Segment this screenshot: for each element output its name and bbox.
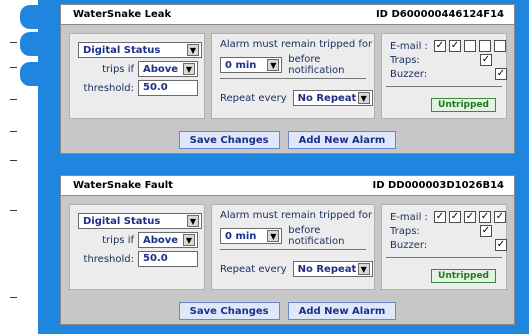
traps-checkbox[interactable]: ✓ bbox=[480, 54, 492, 66]
divider bbox=[386, 86, 502, 87]
add-new-alarm-button[interactable]: Add New Alarm bbox=[287, 302, 397, 320]
before-notification-label: before notification bbox=[288, 225, 345, 247]
email-checkbox[interactable]: ✓ bbox=[494, 211, 506, 223]
trips-if-select[interactable]: Above ▼ bbox=[138, 61, 198, 77]
repeat-select[interactable]: No Repeat ▼ bbox=[292, 261, 373, 277]
status-type-value: Digital Status bbox=[83, 215, 161, 227]
threshold-input[interactable]: 50.0 bbox=[138, 80, 198, 96]
panel-id: ID D600000446124F14 bbox=[375, 9, 504, 20]
traps-checkbox[interactable]: ✓ bbox=[480, 225, 492, 237]
status-type-select[interactable]: Digital Status ▼ bbox=[78, 213, 202, 229]
email-label: E-mail : bbox=[390, 211, 428, 223]
tab-bump[interactable] bbox=[20, 62, 42, 86]
repeat-label: Repeat every bbox=[220, 263, 287, 275]
status-badge: Untripped bbox=[431, 269, 496, 283]
repeat-select[interactable]: No Repeat ▼ bbox=[292, 90, 373, 106]
panel-title: WaterSnake Leak bbox=[73, 9, 172, 20]
edge-mark bbox=[10, 42, 17, 43]
alarm-panel-leak: WaterSnake Leak ID D600000446124F14 Digi… bbox=[60, 4, 515, 154]
email-checkbox[interactable]: ✓ bbox=[464, 211, 476, 223]
notify-methods-section: E-mail : ✓ ✓ Traps: ✓ Buzzer: ✓ Untrippe… bbox=[381, 33, 507, 119]
trips-if-label: trips if bbox=[102, 63, 134, 75]
notify-methods-section: E-mail : ✓ ✓ ✓ ✓ ✓ Traps: ✓ Buzzer: ✓ Un… bbox=[381, 204, 507, 290]
alarm-remain-label: Alarm must remain tripped for bbox=[220, 39, 373, 50]
alarm-remain-label: Alarm must remain tripped for bbox=[220, 210, 373, 221]
buzzer-checkbox[interactable]: ✓ bbox=[495, 68, 507, 80]
chevron-down-icon: ▼ bbox=[183, 63, 195, 75]
button-row: Save Changes Add New Alarm bbox=[61, 131, 514, 149]
panel-header: WaterSnake Leak ID D600000446124F14 bbox=[61, 5, 514, 25]
email-checkbox[interactable] bbox=[464, 40, 476, 52]
chevron-down-icon: ▼ bbox=[357, 263, 370, 275]
buzzer-label: Buzzer: bbox=[390, 68, 428, 80]
panel-title: WaterSnake Fault bbox=[73, 180, 173, 191]
divider bbox=[386, 257, 502, 258]
repeat-value: No Repeat bbox=[297, 263, 357, 275]
buzzer-label: Buzzer: bbox=[390, 239, 428, 251]
remain-time-value: 0 min bbox=[225, 59, 257, 71]
edge-mark bbox=[10, 160, 17, 161]
edge-mark bbox=[10, 99, 17, 100]
chevron-down-icon: ▼ bbox=[183, 234, 195, 246]
remain-time-select[interactable]: 0 min ▼ bbox=[220, 57, 283, 73]
trips-if-value: Above bbox=[143, 63, 179, 75]
email-checkbox[interactable]: ✓ bbox=[434, 211, 446, 223]
email-checkbox[interactable]: ✓ bbox=[449, 40, 461, 52]
status-badge: Untripped bbox=[431, 98, 496, 112]
edge-mark bbox=[10, 297, 17, 298]
trips-if-value: Above bbox=[143, 234, 179, 246]
notification-section: Alarm must remain tripped for 0 min ▼ be… bbox=[211, 204, 375, 290]
edge-mark bbox=[10, 67, 17, 68]
save-changes-button[interactable]: Save Changes bbox=[178, 131, 280, 149]
traps-label: Traps: bbox=[390, 225, 420, 237]
button-row: Save Changes Add New Alarm bbox=[61, 302, 514, 320]
chevron-down-icon: ▼ bbox=[267, 59, 280, 71]
repeat-label: Repeat every bbox=[220, 92, 287, 104]
panel-header: WaterSnake Fault ID DD000003D1026B14 bbox=[61, 176, 514, 196]
remain-time-value: 0 min bbox=[225, 230, 257, 242]
chevron-down-icon: ▼ bbox=[187, 44, 199, 56]
email-checkbox[interactable]: ✓ bbox=[479, 211, 491, 223]
traps-label: Traps: bbox=[390, 54, 420, 66]
threshold-input[interactable]: 50.0 bbox=[138, 251, 198, 267]
email-checkbox[interactable] bbox=[494, 40, 506, 52]
email-checkbox[interactable] bbox=[479, 40, 491, 52]
chevron-down-icon: ▼ bbox=[187, 215, 199, 227]
buzzer-checkbox[interactable]: ✓ bbox=[495, 239, 507, 251]
panel-id: ID DD000003D1026B14 bbox=[372, 180, 504, 191]
trips-if-select[interactable]: Above ▼ bbox=[138, 232, 198, 248]
repeat-value: No Repeat bbox=[297, 92, 357, 104]
tab-bump[interactable] bbox=[20, 5, 42, 29]
trigger-section: Digital Status ▼ trips if Above ▼ thresh… bbox=[69, 204, 205, 290]
notification-section: Alarm must remain tripped for 0 min ▼ be… bbox=[211, 33, 375, 119]
alarm-panel-fault: WaterSnake Fault ID DD000003D1026B14 Dig… bbox=[60, 175, 515, 325]
tab-bump[interactable] bbox=[20, 32, 42, 56]
remain-time-select[interactable]: 0 min ▼ bbox=[220, 228, 283, 244]
email-label: E-mail : bbox=[390, 40, 428, 52]
status-type-value: Digital Status bbox=[83, 44, 161, 56]
before-notification-label: before notification bbox=[288, 54, 345, 76]
divider bbox=[220, 78, 366, 79]
threshold-label: threshold: bbox=[83, 253, 134, 265]
threshold-label: threshold: bbox=[83, 82, 134, 94]
status-type-select[interactable]: Digital Status ▼ bbox=[78, 42, 202, 58]
add-new-alarm-button[interactable]: Add New Alarm bbox=[287, 131, 397, 149]
trips-if-label: trips if bbox=[102, 234, 134, 246]
trigger-section: Digital Status ▼ trips if Above ▼ thresh… bbox=[69, 33, 205, 119]
email-checkbox[interactable]: ✓ bbox=[449, 211, 461, 223]
chevron-down-icon: ▼ bbox=[267, 230, 280, 242]
edge-mark bbox=[10, 210, 17, 211]
chevron-down-icon: ▼ bbox=[357, 92, 370, 104]
email-checkbox[interactable]: ✓ bbox=[434, 40, 446, 52]
save-changes-button[interactable]: Save Changes bbox=[178, 302, 280, 320]
divider bbox=[220, 249, 366, 250]
edge-mark bbox=[10, 131, 17, 132]
